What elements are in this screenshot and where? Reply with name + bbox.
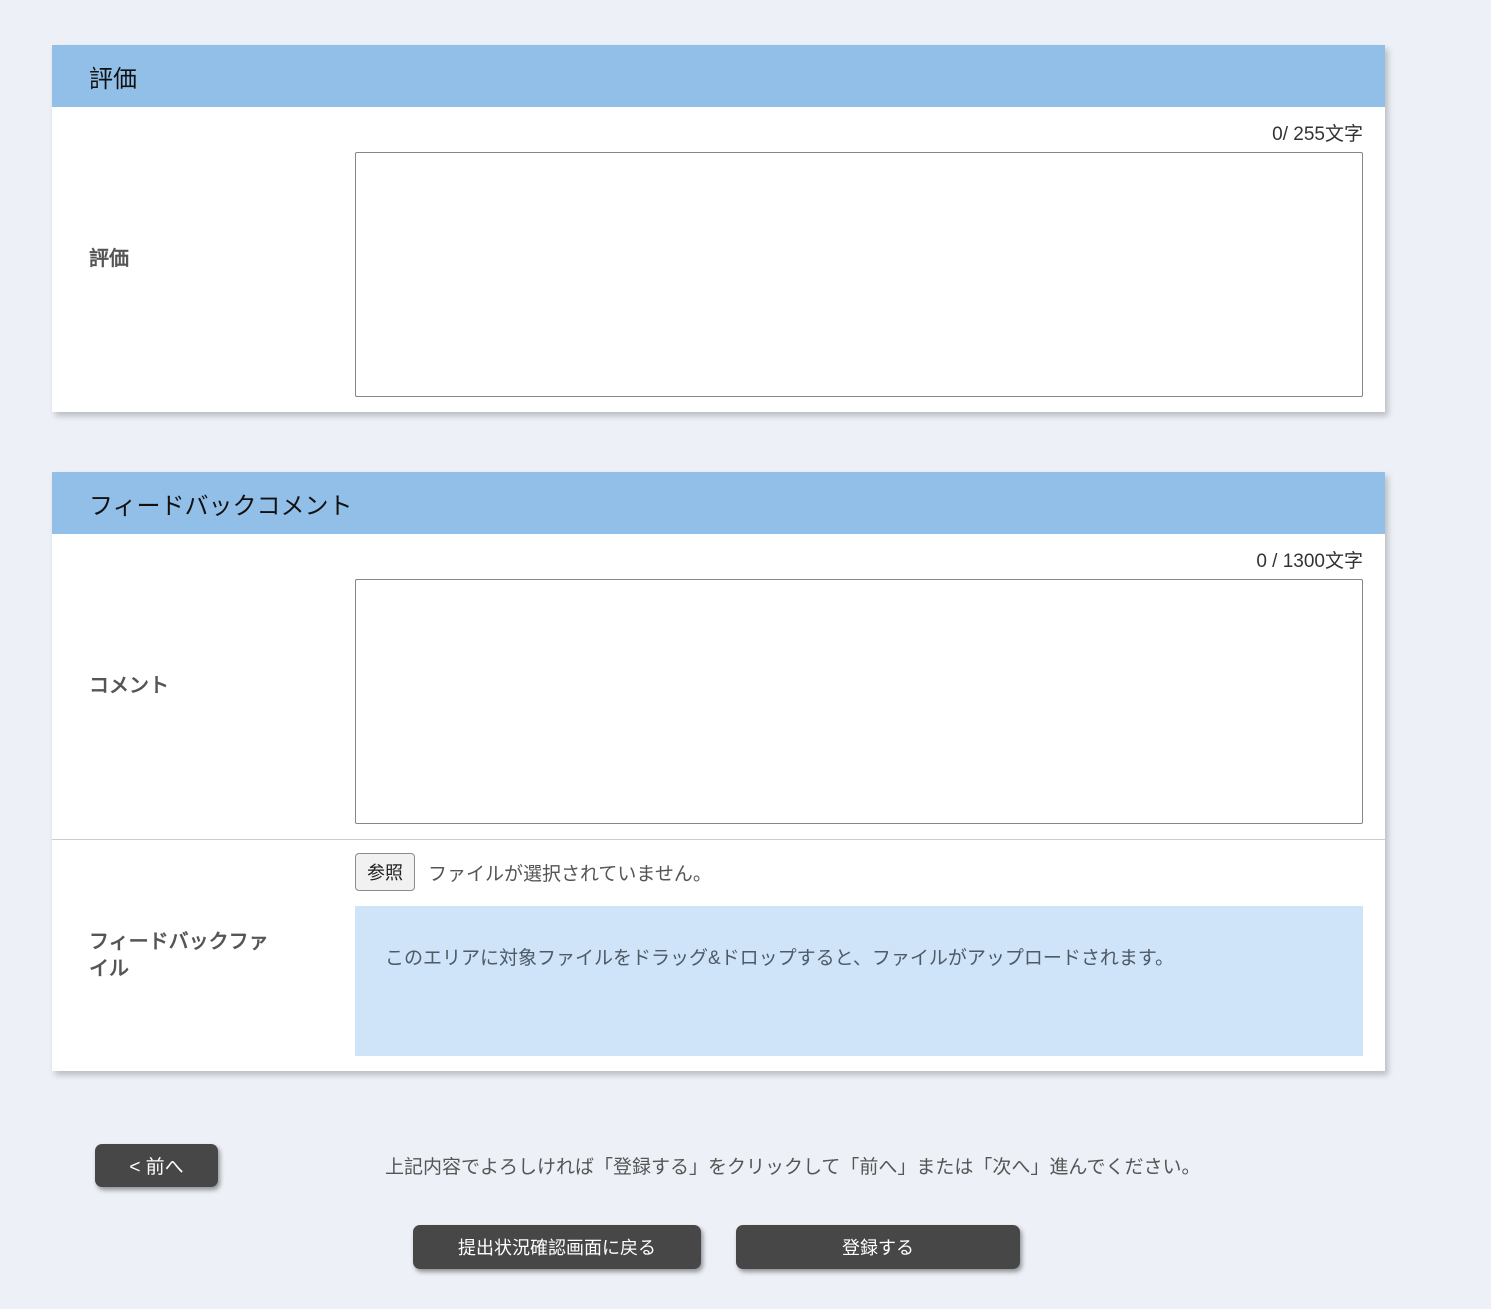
comment-content-col: 0 / 1300文字 — [355, 534, 1385, 839]
comment-label-col: コメント — [52, 534, 355, 839]
evaluation-section: 評価 評価 0/ 255文字 — [52, 45, 1385, 412]
evaluation-section-header: 評価 — [52, 45, 1385, 107]
browse-file-button[interactable]: 参照 — [355, 853, 415, 891]
evaluation-content-col: 0/ 255文字 — [355, 107, 1385, 412]
back-to-status-button[interactable]: 提出状況確認画面に戻る — [413, 1225, 701, 1269]
feedback-section-title: フィードバックコメント — [89, 486, 353, 521]
register-button[interactable]: 登録する — [736, 1225, 1020, 1269]
evaluation-section-title: 評価 — [89, 59, 137, 94]
comment-char-counter: 0 / 1300文字 — [355, 534, 1363, 579]
footer-actions-row: 提出状況確認画面に戻る 登録する — [413, 1225, 1491, 1269]
evaluation-label-col: 評価 — [52, 107, 355, 412]
file-input-line: 参照 ファイルが選択されていません。 — [355, 853, 1363, 891]
file-status-text: ファイルが選択されていません。 — [428, 859, 712, 886]
file-dropzone[interactable]: このエリアに対象ファイルをドラッグ&ドロップすると、ファイルがアップロードされま… — [355, 906, 1363, 1056]
previous-button[interactable]: < 前へ — [95, 1144, 218, 1187]
file-dropzone-text: このエリアに対象ファイルをドラッグ&ドロップすると、ファイルがアップロードされま… — [385, 948, 1174, 969]
comment-row: コメント 0 / 1300文字 — [52, 534, 1385, 839]
feedback-section-header: フィードバックコメント — [52, 472, 1385, 534]
evaluation-char-counter: 0/ 255文字 — [355, 107, 1363, 152]
evaluation-textarea[interactable] — [355, 152, 1363, 397]
feedback-file-row: フィードバックファイル 参照 ファイルが選択されていません。 このエリアに対象フ… — [52, 839, 1385, 1071]
comment-textarea[interactable] — [355, 579, 1363, 824]
evaluation-field-label: 評価 — [89, 246, 129, 273]
comment-field-label: コメント — [89, 673, 169, 700]
feedback-section: フィードバックコメント コメント 0 / 1300文字 フィードバックファイル … — [52, 472, 1385, 1071]
feedback-file-content-col: 参照 ファイルが選択されていません。 このエリアに対象ファイルをドラッグ&ドロッ… — [355, 840, 1385, 1071]
feedback-file-label-col: フィードバックファイル — [52, 840, 355, 1071]
feedback-file-label: フィードバックファイル — [89, 929, 285, 983]
footer-navigation-row: < 前へ 上記内容でよろしければ「登録する」をクリックして「前へ」または「次へ」… — [95, 1144, 1491, 1187]
evaluation-row: 評価 0/ 255文字 — [52, 107, 1385, 412]
footer-instruction-text: 上記内容でよろしければ「登録する」をクリックして「前へ」または「次へ」進んでくだ… — [385, 1152, 1200, 1179]
